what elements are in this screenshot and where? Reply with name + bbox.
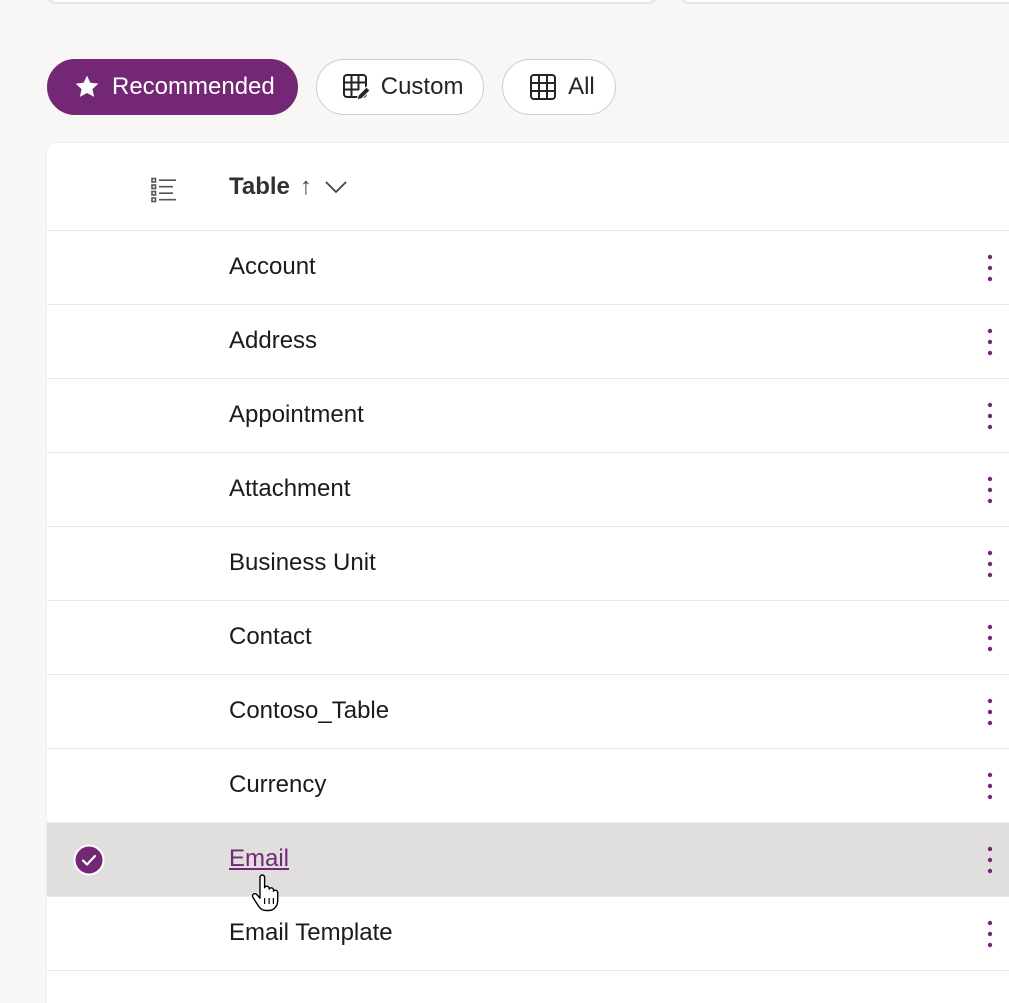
table-row[interactable]: Email Template <box>47 897 1009 971</box>
table-name[interactable]: Attachment <box>229 475 350 503</box>
table-column-header[interactable]: Table ↑ <box>229 173 348 201</box>
table-name[interactable]: Email Template <box>229 919 393 947</box>
table-rows: Account Address Appointment Attachment Busin… <box>47 231 1009 971</box>
tables-grid: Table ↑ Account Address Appointment Attachm… <box>47 143 1009 1003</box>
table-row[interactable]: Business Unit <box>47 527 1009 601</box>
more-options-icon[interactable] <box>983 475 997 505</box>
custom-filter-label: Custom <box>380 73 464 100</box>
table-row[interactable]: Address <box>47 305 1009 379</box>
table-edit-icon <box>341 72 371 102</box>
select-list-icon[interactable] <box>151 177 177 203</box>
table-row[interactable]: Contoso_Table <box>47 675 1009 749</box>
table-row[interactable]: Contact <box>47 601 1009 675</box>
table-name[interactable]: Address <box>229 327 317 355</box>
table-name[interactable]: Contact <box>229 623 312 651</box>
table-name[interactable]: Account <box>229 253 316 281</box>
table-name[interactable]: Currency <box>229 771 326 799</box>
custom-filter-button[interactable]: Custom <box>315 59 484 115</box>
table-row[interactable]: Email <box>47 823 1009 897</box>
more-options-icon[interactable] <box>983 253 997 283</box>
recommended-filter-label: Recommended <box>112 73 275 100</box>
more-options-icon[interactable] <box>983 771 997 801</box>
more-options-icon[interactable] <box>983 327 997 357</box>
row-selected-check-icon[interactable] <box>73 844 105 876</box>
top-card-left <box>47 0 657 2</box>
recommended-filter-button[interactable]: Recommended <box>47 59 298 115</box>
table-name[interactable]: Appointment <box>229 401 364 429</box>
more-options-icon[interactable] <box>983 401 997 431</box>
table-filter-bar: Recommended Custom All <box>47 59 616 115</box>
more-options-icon[interactable] <box>983 623 997 653</box>
table-row[interactable]: Attachment <box>47 453 1009 527</box>
more-options-icon[interactable] <box>983 697 997 727</box>
table-grid-icon <box>529 72 558 102</box>
all-filter-label: All <box>568 73 595 100</box>
table-name-link[interactable]: Email <box>229 845 289 873</box>
all-filter-button[interactable]: All <box>501 59 616 115</box>
sort-ascending-icon: ↑ <box>299 173 312 200</box>
chevron-down-icon[interactable] <box>324 175 348 199</box>
more-options-icon[interactable] <box>983 549 997 579</box>
table-row[interactable]: Appointment <box>47 379 1009 453</box>
table-name[interactable]: Contoso_Table <box>229 697 389 725</box>
table-row[interactable]: Account <box>47 231 1009 305</box>
more-options-icon[interactable] <box>983 845 997 875</box>
grid-header-row: Table ↑ <box>47 143 1009 231</box>
more-options-icon[interactable] <box>983 919 997 949</box>
table-row[interactable]: Currency <box>47 749 1009 823</box>
top-card-right <box>680 0 1009 2</box>
star-icon <box>72 72 102 102</box>
table-name[interactable]: Business Unit <box>229 549 376 577</box>
column-header-label: Table <box>229 173 290 200</box>
